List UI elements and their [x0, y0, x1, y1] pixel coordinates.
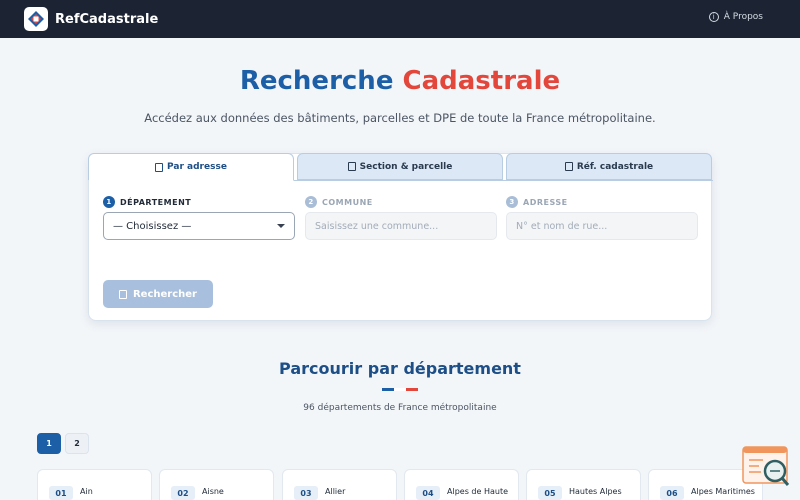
departement-select[interactable]: — Choisissez — — [103, 212, 295, 240]
page-button-1[interactable]: 1 — [37, 433, 61, 454]
page-subtitle: Accédez aux données des bâtiments, parce… — [144, 111, 656, 125]
top-navbar: RefCadastrale i À Propos — [0, 0, 800, 38]
browse-subtitle: 96 départements de France métropolitaine — [303, 403, 497, 413]
department-code: 06 — [660, 486, 684, 500]
department-card[interactable]: 04 Alpes de Haute — [404, 469, 519, 500]
tab-label: Réf. cadastrale — [576, 161, 654, 172]
department-card[interactable]: 05 Hautes Alpes — [526, 469, 641, 500]
flag-white — [394, 388, 406, 391]
adresse-label-text: ADRESSE — [523, 197, 568, 207]
department-code: 03 — [294, 486, 318, 500]
brand-logo[interactable] — [24, 7, 48, 31]
tab-par-adresse[interactable]: Par adresse — [88, 153, 294, 181]
department-name: Ain — [80, 487, 93, 496]
tab-ref-cadastrale[interactable]: Réf. cadastrale — [506, 153, 712, 180]
department-name: Aisne — [202, 487, 224, 496]
browse-title: Parcourir par département — [279, 359, 521, 378]
brand-name[interactable]: RefCadastrale — [55, 12, 158, 27]
tab-label: Par adresse — [167, 162, 227, 172]
search-card: Par adresse Section & parcelle Réf. cada… — [88, 153, 713, 321]
tab-section-parcelle[interactable]: Section & parcelle — [297, 153, 503, 180]
department-name: Hautes Alpes — [569, 487, 622, 496]
department-code: 04 — [416, 486, 440, 500]
search-tabs: Par adresse Section & parcelle Réf. cada… — [88, 153, 712, 181]
tricolor-divider — [382, 388, 418, 391]
flag-blue — [382, 388, 394, 391]
commune-label-text: COMMUNE — [322, 197, 373, 207]
code-search-icon — [742, 446, 790, 486]
department-name: Alpes de Haute — [447, 487, 508, 496]
info-icon: i — [708, 12, 719, 22]
chevron-down-icon — [277, 224, 285, 228]
page-title: Recherche Cadastrale — [0, 66, 800, 96]
adresse-placeholder: N° et nom de rue... — [516, 220, 608, 232]
department-name: Allier — [325, 487, 346, 496]
step-badge: 1 — [103, 196, 115, 208]
search-icon — [118, 289, 127, 299]
logo-icon — [28, 11, 44, 27]
department-card[interactable]: 01 Ain — [37, 469, 152, 500]
grid-icon — [347, 162, 356, 171]
department-card[interactable]: 03 Allier — [282, 469, 397, 500]
pagination: 1 2 — [37, 433, 89, 454]
document-icon — [564, 162, 573, 171]
search-button[interactable]: Rechercher — [103, 280, 213, 308]
commune-label: 2 COMMUNE — [305, 196, 373, 208]
tab-label: Section & parcelle — [359, 161, 453, 172]
search-button-label: Rechercher — [132, 288, 197, 300]
department-code: 02 — [171, 486, 195, 500]
department-code: 05 — [538, 486, 562, 500]
title-part-2: Cadastrale — [402, 66, 561, 96]
floating-search-widget[interactable] — [741, 445, 791, 490]
about-link[interactable]: i À Propos — [708, 12, 763, 22]
departement-label-text: DÉPARTEMENT — [120, 197, 192, 207]
map-pin-icon — [155, 162, 164, 172]
adresse-label: 3 ADRESSE — [506, 196, 568, 208]
commune-input[interactable]: Saisissez une commune... — [305, 212, 497, 240]
adresse-input[interactable]: N° et nom de rue... — [506, 212, 698, 240]
department-code: 01 — [49, 486, 73, 500]
department-card[interactable]: 02 Aisne — [159, 469, 274, 500]
title-part-1: Recherche — [239, 66, 394, 96]
department-grid: 01 Ain 02 Aisne 03 Allier 04 Alpes de Ha… — [37, 469, 765, 500]
step-badge: 2 — [305, 196, 317, 208]
step-badge: 3 — [506, 196, 518, 208]
departement-select-value: — Choisissez — — [113, 220, 192, 232]
commune-placeholder: Saisissez une commune... — [315, 220, 439, 232]
departement-label: 1 DÉPARTEMENT — [103, 196, 191, 208]
flag-red — [406, 388, 418, 391]
about-label: À Propos — [723, 12, 763, 22]
page-button-2[interactable]: 2 — [65, 433, 89, 454]
